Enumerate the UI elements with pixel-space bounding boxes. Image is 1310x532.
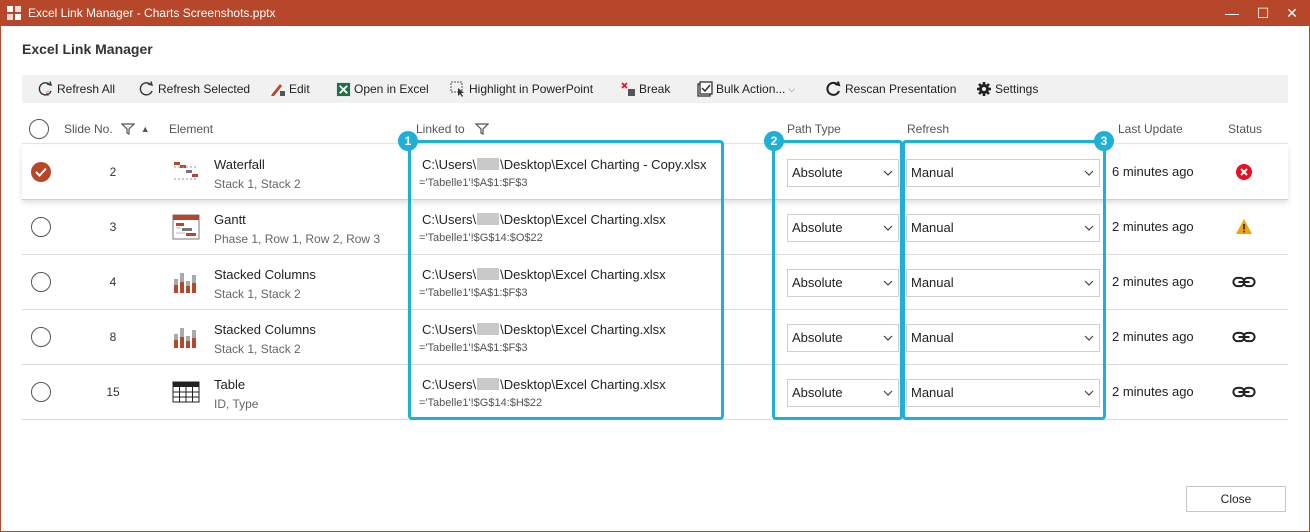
element-name: Stacked Columns: [214, 322, 316, 337]
rescan-label: Rescan Presentation: [845, 82, 957, 96]
refresh-all-button[interactable]: 5 Refresh All: [38, 75, 115, 103]
element-series: Stack 1, Stack 2: [214, 287, 301, 301]
toolbar: 5 Refresh All Refresh Selected Edit Open…: [22, 75, 1288, 103]
callout-badge-1: 1: [398, 131, 418, 151]
element-name: Table: [214, 377, 246, 392]
chevron-down-icon: ⌵: [788, 83, 796, 94]
header-status[interactable]: Status: [1228, 120, 1262, 138]
header-slide-no[interactable]: Slide No. ▲: [64, 120, 150, 138]
element-series: Stack 1, Stack 2: [214, 342, 301, 356]
slide-number: 3: [109, 220, 117, 234]
element-series: ID, Type: [214, 397, 259, 411]
break-label: Break: [639, 82, 671, 96]
row-select-radio[interactable]: [31, 162, 51, 182]
highlight-in-powerpoint-button[interactable]: Highlight in PowerPoint: [450, 75, 593, 103]
last-update: 2 minutes ago: [1112, 329, 1194, 344]
callout-badge-3: 3: [1094, 131, 1114, 151]
page-title: Excel Link Manager: [22, 41, 153, 57]
select-all-radio[interactable]: [29, 119, 49, 139]
last-update: 2 minutes ago: [1112, 219, 1194, 234]
bulk-action-icon: [697, 81, 713, 97]
row-select-radio[interactable]: [31, 382, 51, 402]
slide-number: 15: [106, 385, 120, 399]
link-icon: [1232, 331, 1256, 343]
callout-refresh: [902, 140, 1106, 420]
slide-number: 4: [109, 275, 117, 289]
last-update: 6 minutes ago: [1112, 164, 1194, 179]
callout-linked-to: [408, 140, 724, 420]
header-slide-no-label: Slide No.: [64, 122, 113, 136]
open-in-excel-label: Open in Excel: [354, 82, 429, 96]
edit-button[interactable]: Edit: [270, 75, 310, 103]
slide-number: 2: [109, 165, 117, 179]
refresh-all-label: Refresh All: [57, 82, 116, 96]
app-icon: [7, 6, 21, 20]
row-select-radio[interactable]: [31, 327, 51, 347]
element-series: Phase 1, Row 1, Row 2, Row 3: [214, 232, 381, 246]
status-indicator: [1232, 381, 1256, 403]
header-last-update[interactable]: Last Update: [1118, 120, 1183, 138]
element-series: Stack 1, Stack 2: [214, 177, 301, 191]
callout-badge-2: 2: [764, 131, 784, 151]
row-select-radio[interactable]: [31, 272, 51, 292]
table-icon: [172, 379, 200, 405]
waterfall-chart-icon: [172, 159, 200, 185]
excel-icon: [336, 82, 351, 96]
rescan-presentation-button[interactable]: Rescan Presentation: [826, 75, 956, 103]
settings-label: Settings: [995, 82, 1039, 96]
window-title: Excel Link Manager - Charts Screenshots.…: [28, 6, 276, 20]
bulk-action-button[interactable]: Bulk Action... ⌵: [697, 75, 795, 103]
header-linked-to[interactable]: Linked to: [416, 120, 489, 138]
settings-button[interactable]: Settings: [976, 75, 1038, 103]
title-bar: Excel Link Manager - Charts Screenshots.…: [0, 0, 1310, 26]
close-button[interactable]: Close: [1186, 486, 1286, 512]
last-update: 2 minutes ago: [1112, 274, 1194, 289]
break-link-icon: [621, 82, 635, 96]
callout-path-type: [772, 140, 903, 420]
element-name: Waterfall: [214, 157, 265, 172]
highlight-icon: [450, 81, 464, 97]
header-path-type[interactable]: Path Type: [787, 120, 841, 138]
refresh-selected-button[interactable]: Refresh Selected: [139, 75, 250, 103]
header-linked-to-label: Linked to: [416, 122, 465, 136]
window-close-button[interactable]: ✕: [1274, 0, 1310, 26]
highlight-label: Highlight in PowerPoint: [469, 82, 594, 96]
stacked-columns-icon: [172, 324, 200, 350]
link-icon: [1232, 386, 1256, 398]
link-icon: [1232, 276, 1256, 288]
status-indicator: [1232, 216, 1256, 238]
bulk-action-label: Bulk Action...: [716, 82, 786, 96]
status-indicator: [1232, 326, 1256, 348]
error-icon: [1236, 164, 1252, 180]
stacked-columns-icon: [172, 269, 200, 295]
status-indicator: [1232, 161, 1256, 183]
warning-icon: [1236, 219, 1252, 234]
row-select-radio[interactable]: [31, 217, 51, 237]
edit-label: Edit: [289, 82, 310, 96]
rescan-icon: [826, 81, 841, 96]
open-in-excel-button[interactable]: Open in Excel: [336, 75, 429, 103]
gantt-chart-icon: [172, 214, 200, 240]
filter-icon[interactable]: [474, 122, 489, 136]
element-name: Gantt: [214, 212, 246, 227]
refresh-selected-label: Refresh Selected: [158, 82, 251, 96]
header-element[interactable]: Element: [169, 120, 213, 138]
checkmark-icon: [35, 167, 47, 177]
filter-icon[interactable]: [120, 122, 135, 136]
sort-ascending-icon[interactable]: ▲: [141, 124, 150, 134]
gear-icon: [977, 82, 991, 96]
element-name: Stacked Columns: [214, 267, 316, 282]
slide-number: 8: [109, 330, 117, 344]
header-refresh[interactable]: Refresh: [907, 120, 949, 138]
last-update: 2 minutes ago: [1112, 384, 1194, 399]
edit-icon: [271, 84, 285, 96]
status-indicator: [1232, 271, 1256, 293]
refresh-selected-icon: [139, 81, 154, 96]
break-button[interactable]: Break: [620, 75, 670, 103]
refresh-all-icon: 5: [38, 81, 53, 97]
